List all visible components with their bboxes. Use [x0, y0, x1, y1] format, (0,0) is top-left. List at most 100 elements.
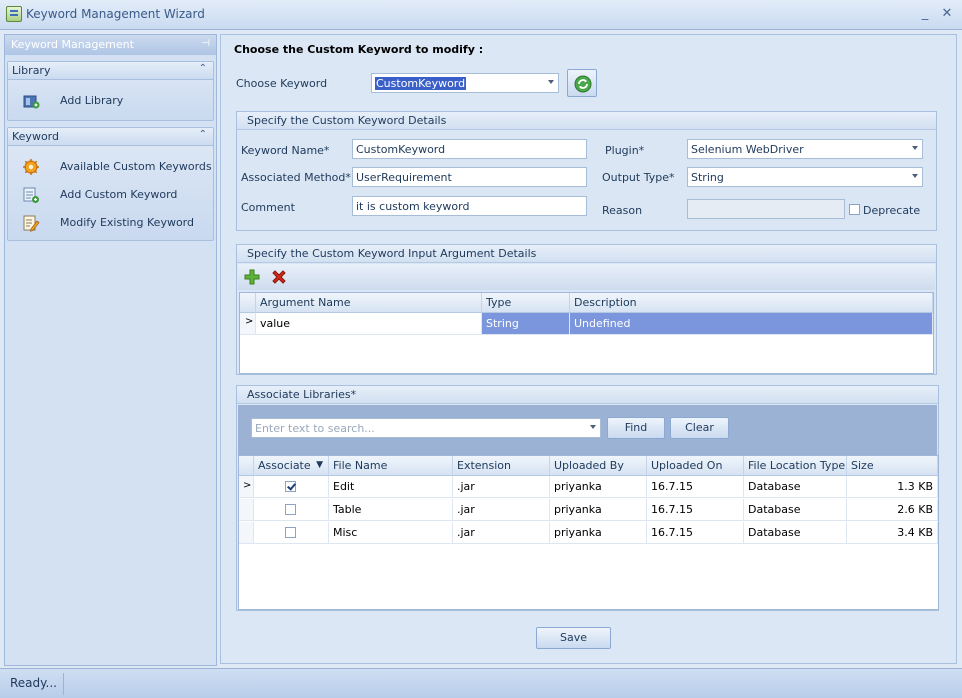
uploaded-by-cell[interactable]: priyanka [550, 476, 647, 498]
clear-button[interactable]: Clear [670, 417, 729, 439]
uploaded-by-cell[interactable]: priyanka [550, 522, 647, 544]
page-title: Choose the Custom Keyword to modify : [234, 43, 484, 56]
status-bar: Ready... [0, 668, 962, 698]
window-title: Keyword Management Wizard [26, 7, 205, 21]
column-header[interactable]: Size [847, 456, 938, 476]
library-group: Library ⌃ Add Library [7, 61, 214, 121]
add-library-icon [23, 95, 40, 109]
keyword-name-field[interactable]: CustomKeyword [352, 139, 587, 159]
save-button[interactable]: Save [536, 627, 611, 649]
column-header[interactable]: Uploaded By [550, 456, 647, 476]
collapse-icon[interactable]: ⌃ [199, 63, 207, 74]
associated-method-field[interactable]: UserRequirement [352, 167, 587, 187]
add-argument-icon[interactable] [244, 269, 260, 285]
size-cell[interactable]: 1.3 KB [847, 476, 938, 498]
plugin-value: Selenium WebDriver [691, 143, 804, 156]
table-row[interactable]: > value String Undefined [240, 313, 933, 335]
associated-method-value: UserRequirement [356, 171, 452, 184]
associate-cell [254, 499, 329, 521]
plugin-label: Plugin* [605, 144, 645, 157]
extension-cell[interactable]: .jar [453, 476, 550, 498]
argument-description-cell[interactable]: Undefined [570, 313, 933, 335]
column-header[interactable]: Uploaded On [647, 456, 744, 476]
uploaded-on-cell[interactable]: 16.7.15 [647, 499, 744, 521]
choose-keyword-dropdown[interactable]: CustomKeyword [371, 73, 559, 93]
extension-cell[interactable]: .jar [453, 522, 550, 544]
choose-keyword-label: Choose Keyword [236, 77, 328, 90]
table-row[interactable]: Misc .jar priyanka 16.7.15 Database 3.4 … [239, 522, 938, 545]
reason-field [687, 199, 845, 219]
collapse-icon[interactable]: ⌃ [199, 129, 207, 140]
location-cell[interactable]: Database [744, 476, 847, 498]
uploaded-on-cell[interactable]: 16.7.15 [647, 476, 744, 498]
column-header[interactable]: Extension [453, 456, 550, 476]
keyword-details-title: Specify the Custom Keyword Details [237, 112, 936, 130]
output-type-dropdown[interactable]: String [687, 167, 923, 187]
row-indicator-icon: > [240, 313, 256, 335]
choose-keyword-value: CustomKeyword [375, 77, 467, 90]
delete-argument-icon[interactable] [271, 269, 287, 285]
deprecate-checkbox[interactable] [849, 204, 860, 215]
column-header[interactable]: Argument Name [256, 293, 482, 313]
filter-icon[interactable]: ▼ [316, 460, 323, 470]
output-type-value: String [691, 171, 724, 184]
close-button[interactable]: ✕ [938, 6, 956, 22]
argument-details-section: Specify the Custom Keyword Input Argumen… [236, 244, 937, 375]
nav-item-label: Add Library [60, 94, 124, 107]
row-indicator-header [240, 293, 256, 313]
keyword-group-header[interactable]: Keyword ⌃ [8, 128, 213, 146]
row-indicator [239, 522, 254, 544]
file-name-cell[interactable]: Edit [329, 476, 453, 498]
comment-value: it is custom keyword [356, 200, 470, 213]
app-icon [6, 6, 22, 22]
file-name-cell[interactable]: Misc [329, 522, 453, 544]
associate-libraries-title: Associate Libraries* [237, 386, 938, 404]
uploaded-on-cell[interactable]: 16.7.15 [647, 522, 744, 544]
argument-toolbar [238, 264, 935, 290]
location-cell[interactable]: Database [744, 499, 847, 521]
library-group-header[interactable]: Library ⌃ [8, 62, 213, 80]
main-panel: Choose the Custom Keyword to modify : Ch… [220, 34, 957, 664]
minimize-button[interactable]: _ [916, 6, 934, 22]
left-pane-header: Keyword Management ⊣ [5, 35, 216, 55]
pin-icon[interactable]: ⊣ [201, 38, 210, 49]
associate-libraries-section: Associate Libraries* Enter text to searc… [236, 385, 939, 611]
column-header[interactable]: File Location Type [744, 456, 847, 476]
plugin-dropdown[interactable]: Selenium WebDriver [687, 139, 923, 159]
associate-checkbox[interactable] [285, 527, 296, 538]
edit-icon [23, 215, 40, 232]
associate-checkbox[interactable] [285, 481, 296, 492]
size-cell[interactable]: 3.4 KB [847, 522, 938, 544]
refresh-button[interactable] [567, 69, 597, 97]
chevron-down-icon [548, 80, 554, 84]
size-cell[interactable]: 2.6 KB [847, 499, 938, 521]
file-name-cell[interactable]: Table [329, 499, 453, 521]
column-header[interactable]: Description [570, 293, 933, 313]
search-input[interactable]: Enter text to search... [251, 418, 601, 438]
add-keyword-icon [23, 187, 39, 203]
extension-cell[interactable]: .jar [453, 499, 550, 521]
associate-cell [254, 476, 329, 498]
table-row[interactable]: Table .jar priyanka 16.7.15 Database 2.6… [239, 499, 938, 522]
table-row[interactable]: > Edit .jar priyanka 16.7.15 Database 1.… [239, 476, 938, 499]
uploaded-by-cell[interactable]: priyanka [550, 499, 647, 521]
column-header-associate[interactable]: Associate ▼ [254, 456, 329, 476]
argument-type-cell[interactable]: String [482, 313, 570, 335]
chevron-down-icon [912, 146, 918, 150]
find-button[interactable]: Find [607, 417, 665, 439]
left-navigation-pane: Keyword Management ⊣ Library ⌃ Add Libra… [4, 34, 217, 666]
comment-label: Comment [241, 201, 295, 214]
nav-item-label: Add Custom Keyword [60, 188, 178, 201]
comment-field[interactable]: it is custom keyword [352, 196, 587, 216]
row-indicator-header [239, 456, 254, 476]
keyword-group: Keyword ⌃ Available Custom Keywords Add … [7, 127, 214, 241]
title-bar: Keyword Management Wizard _ ✕ [0, 0, 962, 30]
argument-name-cell[interactable]: value [256, 313, 482, 335]
argument-details-title: Specify the Custom Keyword Input Argumen… [237, 245, 936, 263]
column-header[interactable]: Type [482, 293, 570, 313]
location-cell[interactable]: Database [744, 522, 847, 544]
column-header[interactable]: File Name [329, 456, 453, 476]
associate-checkbox[interactable] [285, 504, 296, 515]
search-bar: Enter text to search... Find Clear [238, 405, 937, 455]
nav-item-label: Modify Existing Keyword [60, 216, 194, 229]
